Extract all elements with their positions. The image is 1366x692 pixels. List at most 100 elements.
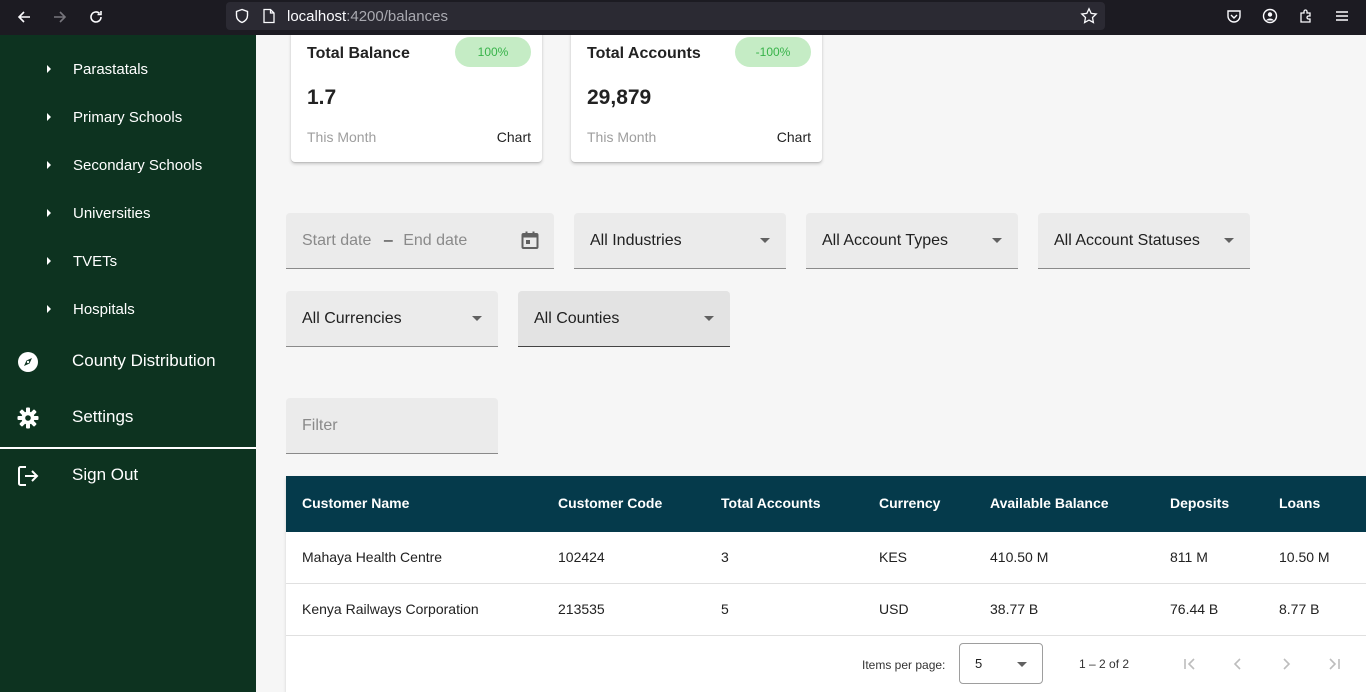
column-header-total-accounts[interactable]: Total Accounts [721,495,821,511]
date-separator: – [383,232,393,249]
county-select[interactable]: All Counties [518,291,730,347]
bookmark-star-icon[interactable] [1079,6,1099,26]
account-icon[interactable] [1260,6,1280,26]
chart-link[interactable]: Chart [777,129,811,145]
filter-placeholder: Filter [302,417,338,434]
card-value: 1.7 [307,86,337,109]
account-status-select-value: All Account Statuses [1054,232,1200,249]
url-path: :4200/balances [346,8,448,25]
card-period: This Month [307,129,377,145]
chart-link[interactable]: Chart [497,129,531,145]
table-row[interactable]: Kenya Railways Corporation 213535 5 USD … [286,584,1366,636]
industry-select[interactable]: All Industries [574,213,786,269]
main-content: Total Balance 100% 1.7 This Month Chart … [256,35,1366,692]
change-badge: -100% [735,37,811,67]
last-page-icon [1329,658,1340,670]
table-row[interactable]: Mahaya Health Centre 102424 3 KES 410.50… [286,532,1366,584]
forward-arrow-icon [54,11,67,23]
balances-table: Customer Name Customer Code Total Accoun… [286,476,1366,692]
currency-select-value: All Currencies [302,310,402,327]
sidebar-item-label: Sign Out [72,465,139,484]
table-header: Customer Name Customer Code Total Accoun… [286,476,1366,532]
caret-right-icon [47,257,51,265]
sidebar: Parastatals Primary Schools Secondary Sc… [0,35,256,692]
page-range-label: 1 – 2 of 2 [1079,657,1130,671]
sidebar-item-settings[interactable]: Settings [0,392,256,444]
extensions-icon[interactable] [1296,6,1316,26]
account-type-select-value: All Account Types [822,232,948,249]
change-badge: 100% [455,37,531,67]
account-status-select[interactable]: All Account Statuses [1038,213,1250,269]
cell-currency: KES [879,549,908,565]
column-header-deposits[interactable]: Deposits [1170,495,1229,511]
reload-button[interactable] [83,5,109,29]
caret-right-icon [47,161,51,169]
sidebar-item-secondary-schools[interactable]: Secondary Schools [0,144,256,188]
sidebar-divider [0,447,256,449]
cell-customer-code: 213535 [558,601,605,617]
filter-input[interactable]: Filter [286,398,498,454]
account-type-select[interactable]: All Account Types [806,213,1018,269]
dropdown-arrow-icon [1224,238,1234,243]
dropdown-arrow-icon [1017,662,1027,667]
sidebar-item-parastatals[interactable]: Parastatals [0,48,256,92]
calendar-icon[interactable] [520,230,540,250]
dropdown-arrow-icon [472,316,482,321]
pocket-icon[interactable] [1224,6,1244,26]
cell-available-balance: 410.50 M [990,549,1049,565]
dropdown-arrow-icon [760,238,770,243]
previous-page-button[interactable] [1227,653,1249,675]
sidebar-item-sign-out[interactable]: Sign Out [0,450,256,502]
caret-right-icon [47,305,51,313]
end-date-input[interactable]: End date [403,232,467,249]
sidebar-item-label: Settings [72,407,134,426]
shield-icon[interactable] [232,6,252,26]
date-range-field[interactable]: Start date – End date [286,213,554,269]
column-header-loans[interactable]: Loans [1279,495,1320,511]
sidebar-item-label: Primary Schools [73,109,183,126]
back-button[interactable] [11,5,37,29]
cell-customer-code: 102424 [558,549,605,565]
sidebar-item-tvets[interactable]: TVETs [0,240,256,284]
total-accounts-card: Total Accounts -100% 29,879 This Month C… [571,35,822,162]
menu-icon[interactable] [1332,6,1352,26]
currency-select[interactable]: All Currencies [286,291,498,347]
sidebar-item-hospitals[interactable]: Hospitals [0,288,256,332]
sidebar-item-label: County Distribution [72,351,216,370]
chevron-right-icon [1283,658,1291,670]
chevron-left-icon [1233,658,1241,670]
next-page-button[interactable] [1275,653,1297,675]
column-header-currency[interactable]: Currency [879,495,940,511]
first-page-button[interactable] [1179,653,1201,675]
cell-loans: 10.50 M [1279,549,1330,565]
reload-icon [90,11,102,23]
sidebar-item-universities[interactable]: Universities [0,192,256,236]
page-size-select[interactable]: 5 [959,643,1043,684]
sidebar-item-label: Hospitals [73,301,135,318]
sidebar-item-label: Universities [73,205,151,222]
back-arrow-icon [17,11,30,23]
card-period: This Month [587,129,657,145]
column-header-customer-code[interactable]: Customer Code [558,495,662,511]
sidebar-item-primary-schools[interactable]: Primary Schools [0,96,256,140]
cell-total-accounts: 3 [721,549,729,565]
url-text[interactable]: localhost:4200/balances [287,8,448,25]
dropdown-arrow-icon [992,238,1002,243]
cell-customer-name: Mahaya Health Centre [302,549,443,565]
browser-toolbar: localhost:4200/balances [0,0,1366,35]
column-header-available-balance[interactable]: Available Balance [990,495,1109,511]
last-page-button[interactable] [1323,653,1345,675]
sidebar-item-county-distribution[interactable]: County Distribution [0,336,256,388]
start-date-input[interactable]: Start date [302,232,371,249]
column-header-customer-name[interactable]: Customer Name [302,495,409,511]
cell-available-balance: 38.77 B [990,601,1039,617]
url-bar[interactable]: localhost:4200/balances [226,2,1105,30]
sidebar-item-label: Secondary Schools [73,157,203,174]
cell-total-accounts: 5 [721,601,729,617]
county-select-value: All Counties [534,310,620,327]
caret-right-icon [47,113,51,121]
forward-button[interactable] [47,5,73,29]
dropdown-arrow-icon [704,316,714,321]
caret-right-icon [47,209,51,217]
sidebar-item-label: TVETs [73,253,118,270]
